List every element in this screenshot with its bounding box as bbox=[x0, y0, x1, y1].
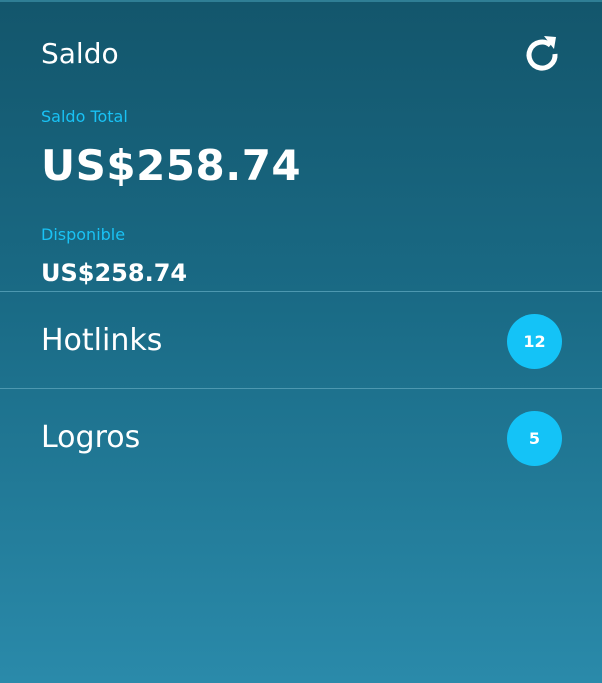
menu-item-label: Logros bbox=[41, 420, 141, 455]
menu-item-label: Hotlinks bbox=[41, 323, 163, 358]
available-balance-label: Disponible bbox=[41, 225, 126, 244]
balance-screen: Saldo Saldo Total US$258.74 Disponible U… bbox=[0, 0, 602, 683]
count-badge: 5 bbox=[507, 411, 562, 466]
count-badge: 12 bbox=[507, 314, 562, 369]
refresh-icon bbox=[526, 36, 558, 71]
refresh-button[interactable] bbox=[519, 31, 565, 77]
menu-item-logros[interactable]: Logros 5 bbox=[0, 389, 602, 485]
total-balance-value: US$258.74 bbox=[41, 141, 302, 190]
page-title: Saldo bbox=[41, 37, 119, 70]
menu-item-hotlinks[interactable]: Hotlinks 12 bbox=[0, 292, 602, 388]
header: Saldo bbox=[0, 2, 602, 102]
total-balance-label: Saldo Total bbox=[41, 107, 128, 126]
available-balance-value: US$258.74 bbox=[41, 259, 188, 287]
